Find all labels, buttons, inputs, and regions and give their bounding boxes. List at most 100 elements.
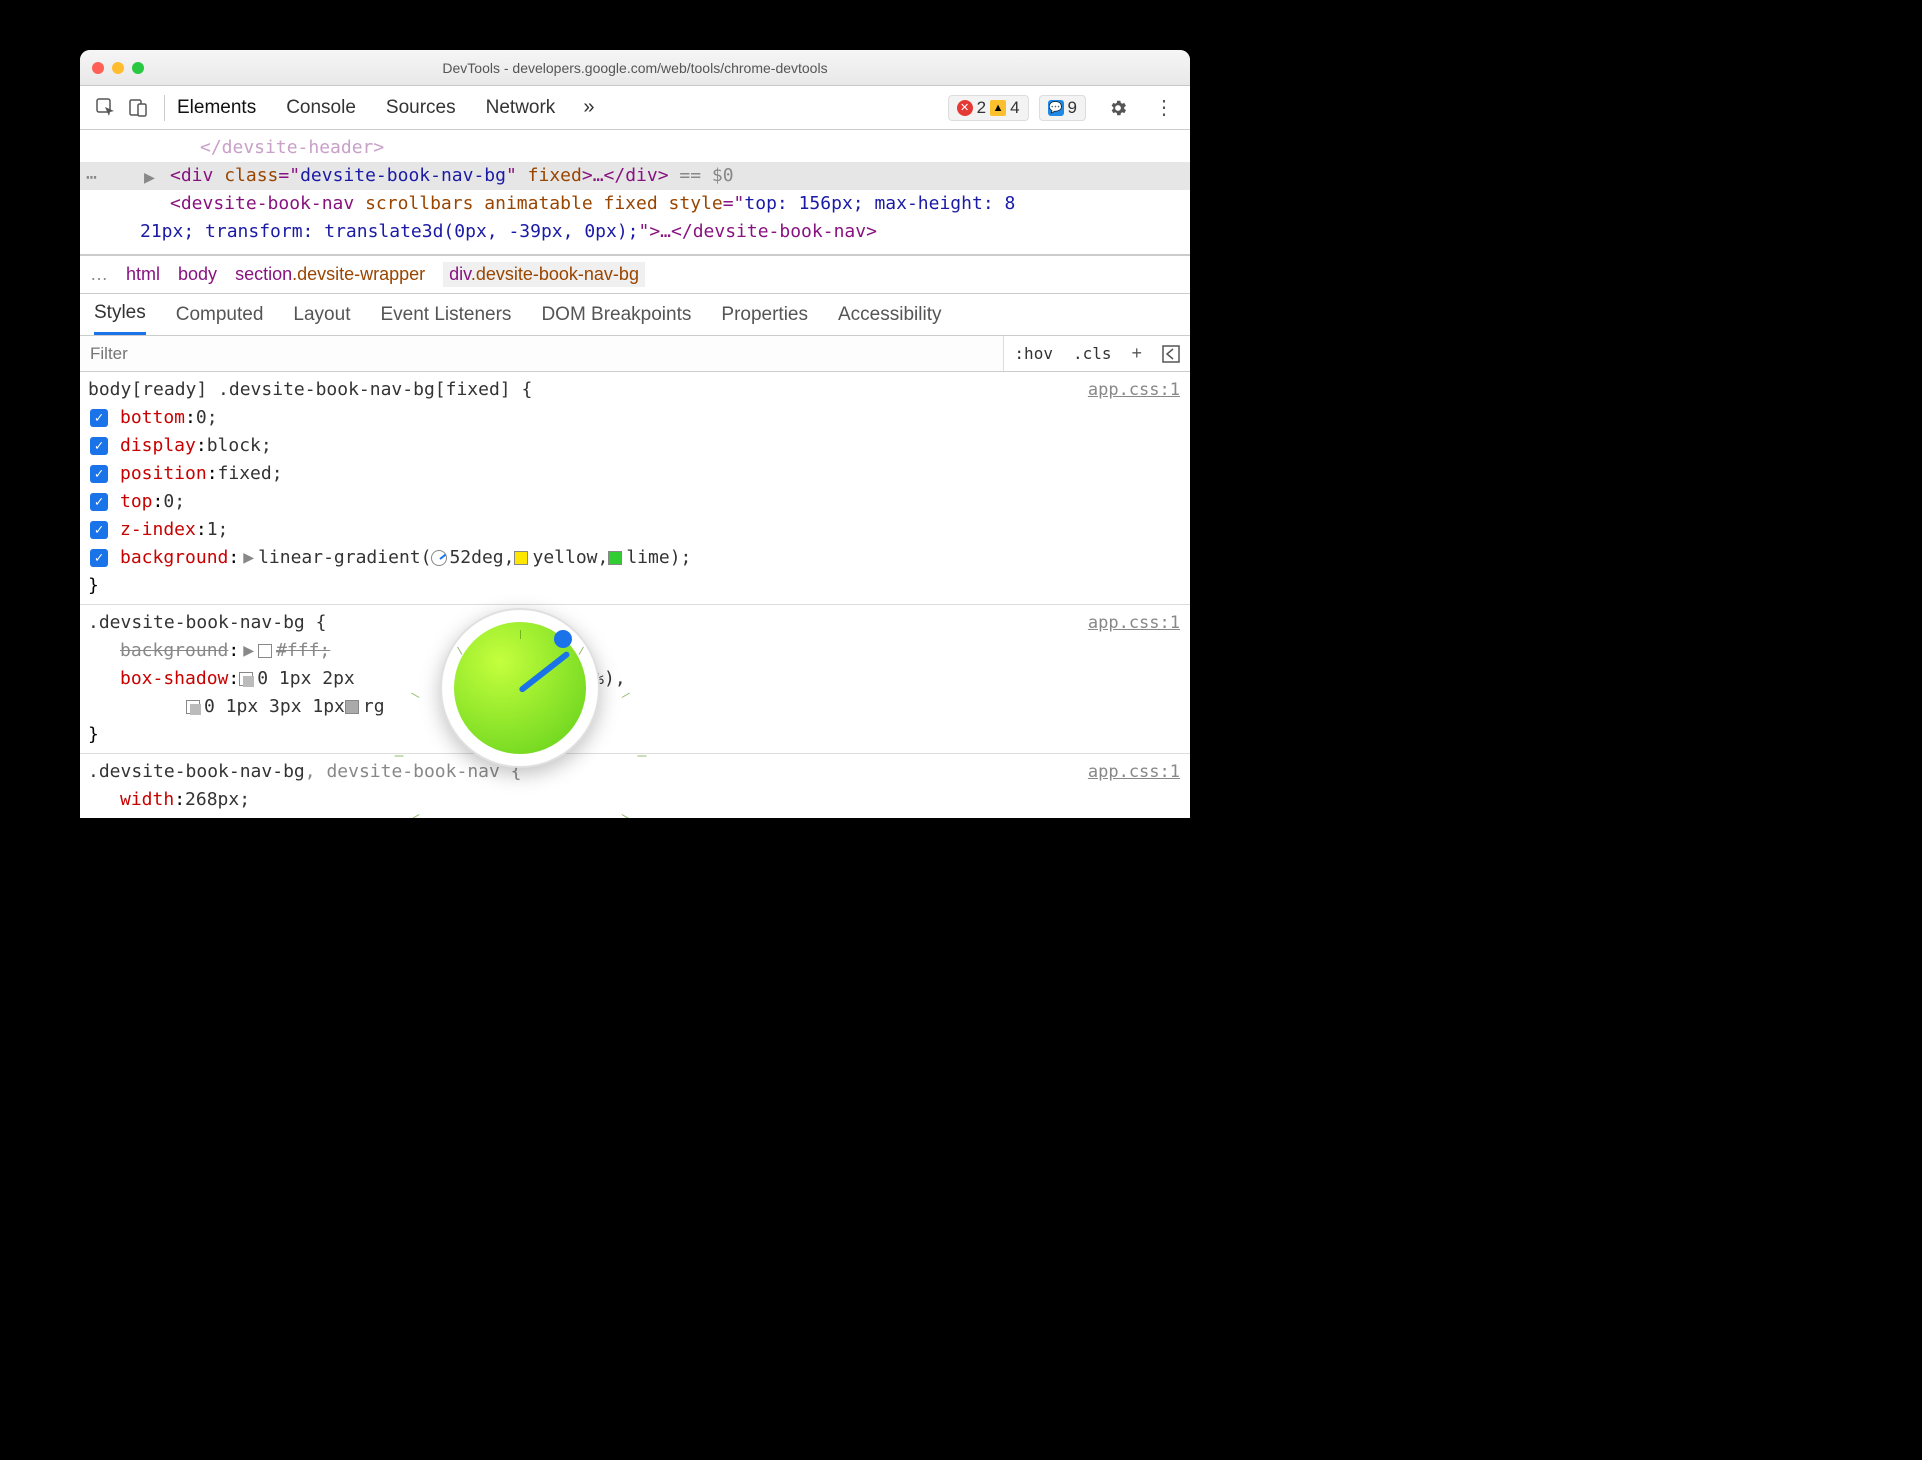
- issues-count: 9: [1068, 98, 1077, 118]
- declarations: background:▶#fff; box-shadow: 0 1px 2px …: [88, 637, 1182, 721]
- clock-tick: [638, 756, 647, 757]
- decl[interactable]: background:▶#fff;: [116, 637, 1182, 665]
- rule-selector[interactable]: .devsite-book-nav-bg {: [88, 612, 326, 633]
- decl[interactable]: ✓position: fixed;: [116, 460, 1182, 488]
- main-toolbar: Elements Console Sources Network » ✕ 2 ▲…: [80, 86, 1190, 130]
- new-rule-icon[interactable]: +: [1121, 343, 1152, 364]
- checkbox-icon[interactable]: ✓: [90, 437, 108, 455]
- shadow-icon[interactable]: [186, 700, 200, 714]
- subtab-properties[interactable]: Properties: [721, 296, 808, 334]
- checkbox-icon[interactable]: ✓: [90, 493, 108, 511]
- crumb-html[interactable]: html: [126, 264, 160, 285]
- rule-source-link[interactable]: app.css:1: [1088, 376, 1180, 404]
- clock-tick: [579, 647, 584, 655]
- decl[interactable]: ✓top: 0;: [116, 488, 1182, 516]
- rule-selector[interactable]: .devsite-book-nav-bg, devsite-book-nav {: [88, 761, 522, 782]
- color-swatch-icon[interactable]: [258, 644, 272, 658]
- rule-close: }: [88, 724, 99, 745]
- shadow-icon[interactable]: [239, 672, 253, 686]
- clock-hand[interactable]: [518, 650, 571, 693]
- decl[interactable]: box-shadow: 0 1px 2px xxxxxxxxxxxx54 67 …: [116, 665, 1182, 693]
- declarations: ✓bottom: 0; ✓display: block; ✓position: …: [88, 404, 1182, 572]
- breadcrumb: … html body section.devsite-wrapper div.…: [80, 255, 1190, 294]
- dom-row[interactable]: <devsite-book-nav scrollbars animatable …: [80, 190, 1190, 218]
- decl[interactable]: ✓background:▶linear-gradient(52deg, yell…: [116, 544, 1182, 572]
- clock-handle-icon[interactable]: [554, 630, 572, 648]
- subtab-computed[interactable]: Computed: [176, 296, 264, 334]
- decl[interactable]: ✓bottom: 0;: [116, 404, 1182, 432]
- styles-pane: body[ready] .devsite-book-nav-bg[fixed] …: [80, 372, 1190, 818]
- cls-button[interactable]: .cls: [1063, 344, 1122, 363]
- tab-elements[interactable]: Elements: [177, 97, 256, 119]
- subtab-accessibility[interactable]: Accessibility: [838, 296, 941, 334]
- subtab-event-listeners[interactable]: Event Listeners: [380, 296, 511, 334]
- subtab-styles[interactable]: Styles: [94, 294, 146, 335]
- inspect-icon[interactable]: [92, 94, 120, 122]
- decl[interactable]: ✓z-index: 1;: [116, 516, 1182, 544]
- crumb-body[interactable]: body: [178, 264, 217, 285]
- separator: [164, 95, 165, 121]
- css-rule[interactable]: .devsite-book-nav-bg, devsite-book-nav {…: [80, 754, 1190, 818]
- angle-icon[interactable]: [431, 550, 447, 566]
- expand-icon[interactable]: ▶: [239, 637, 258, 665]
- clock-tick: [520, 630, 521, 639]
- dom-row-selected[interactable]: ⋯ ▶ <div class="devsite-book-nav-bg" fix…: [80, 162, 1190, 190]
- clock-tick: [395, 756, 404, 757]
- tab-network[interactable]: Network: [486, 97, 556, 119]
- crumb-div[interactable]: div.devsite-book-nav-bg: [443, 262, 645, 287]
- checkbox-icon[interactable]: ✓: [90, 409, 108, 427]
- dom-row[interactable]: </devsite-header>: [80, 134, 1190, 162]
- styles-subtabs: Styles Computed Layout Event Listeners D…: [80, 294, 1190, 336]
- css-rule[interactable]: body[ready] .devsite-book-nav-bg[fixed] …: [80, 372, 1190, 605]
- checkbox-icon[interactable]: ✓: [90, 549, 108, 567]
- devtools-window: DevTools - developers.google.com/web/too…: [80, 50, 1190, 818]
- tab-console[interactable]: Console: [286, 97, 356, 119]
- css-rule[interactable]: .devsite-book-nav-bg { app.css:1 backgro…: [80, 605, 1190, 754]
- error-icon: ✕: [957, 100, 973, 116]
- rule-close: }: [88, 575, 99, 596]
- subtab-dom-breakpoints[interactable]: DOM Breakpoints: [541, 296, 691, 334]
- more-icon[interactable]: ⋮: [1150, 95, 1178, 120]
- hov-button[interactable]: :hov: [1004, 344, 1063, 363]
- rule-source-link[interactable]: app.css:1: [1088, 758, 1180, 786]
- dom-tree[interactable]: </devsite-header> ⋯ ▶ <div class="devsit…: [80, 130, 1190, 255]
- crumbs-overflow-icon[interactable]: …: [90, 264, 108, 285]
- tabs-overflow-icon[interactable]: »: [583, 96, 594, 119]
- checkbox-icon[interactable]: ✓: [90, 521, 108, 539]
- decl[interactable]: width: 268px;: [116, 786, 1182, 814]
- computed-toggle-icon[interactable]: [1152, 345, 1190, 363]
- decl[interactable]: ✓display: block;: [116, 432, 1182, 460]
- zoom-icon[interactable]: [132, 62, 144, 74]
- window-controls: [92, 62, 144, 74]
- expand-icon[interactable]: ▶: [144, 164, 155, 192]
- close-icon[interactable]: [92, 62, 104, 74]
- warning-icon: ▲: [990, 100, 1006, 116]
- dom-row[interactable]: 21px; transform: translate3d(0px, -39px,…: [80, 218, 1190, 246]
- crumb-section[interactable]: section.devsite-wrapper: [235, 264, 425, 285]
- errors-badge[interactable]: ✕ 2 ▲ 4: [948, 95, 1029, 121]
- issues-badge[interactable]: 💬 9: [1039, 95, 1086, 121]
- rule-selector[interactable]: body[ready] .devsite-book-nav-bg[fixed] …: [88, 379, 532, 400]
- window-title: DevTools - developers.google.com/web/too…: [80, 60, 1190, 76]
- ellipsis-icon[interactable]: ⋯: [86, 164, 97, 192]
- checkbox-icon[interactable]: ✓: [90, 465, 108, 483]
- decl-continuation[interactable]: 0 1px 3px 1px rgxxxxxxxxx7 / 15%);: [116, 693, 1182, 721]
- panel-tabs: Elements Console Sources Network: [177, 97, 555, 119]
- color-swatch-icon[interactable]: [514, 551, 528, 565]
- errors-count: 2: [977, 98, 986, 118]
- warnings-count: 4: [1010, 98, 1019, 118]
- minimize-icon[interactable]: [112, 62, 124, 74]
- filter-bar: :hov .cls +: [80, 336, 1190, 372]
- expand-icon[interactable]: ▶: [239, 544, 258, 572]
- color-swatch-icon[interactable]: [345, 700, 359, 714]
- settings-icon[interactable]: [1104, 98, 1132, 118]
- issues-icon: 💬: [1048, 100, 1064, 116]
- filter-input[interactable]: [80, 336, 1004, 371]
- rule-source-link[interactable]: app.css:1: [1088, 609, 1180, 637]
- color-swatch-icon[interactable]: [608, 551, 622, 565]
- angle-clock-popover[interactable]: [440, 608, 600, 768]
- device-toggle-icon[interactable]: [124, 94, 152, 122]
- tab-sources[interactable]: Sources: [386, 97, 456, 119]
- titlebar: DevTools - developers.google.com/web/too…: [80, 50, 1190, 86]
- subtab-layout[interactable]: Layout: [293, 296, 350, 334]
